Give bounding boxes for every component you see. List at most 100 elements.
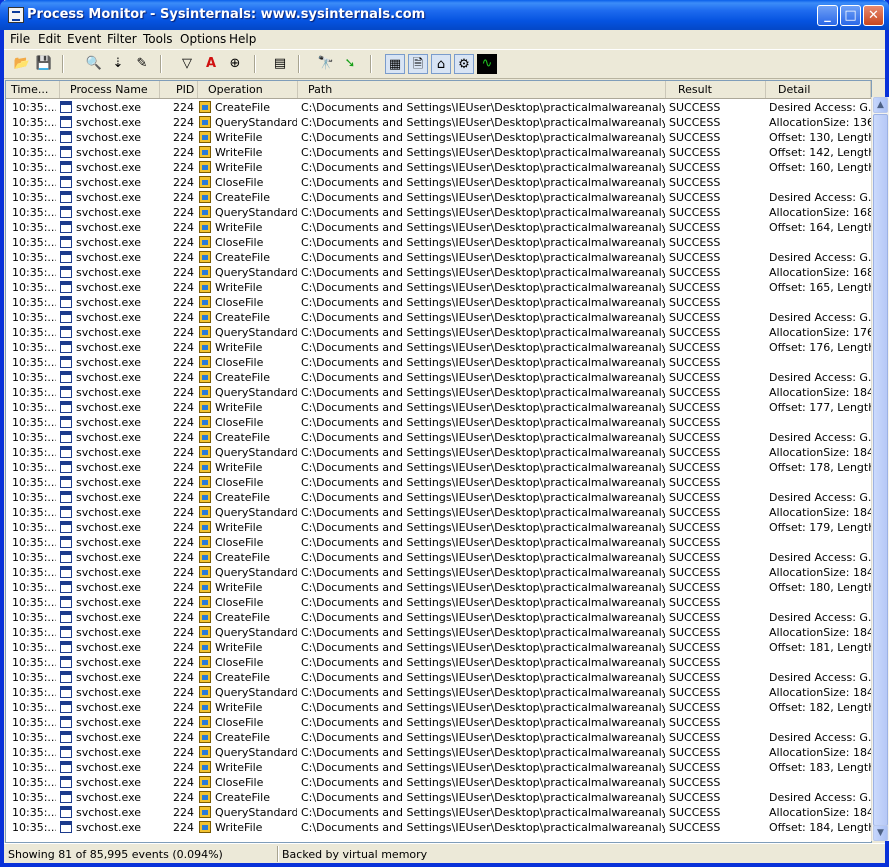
column-header-process-name[interactable]: Process Name — [60, 81, 160, 98]
minimize-button[interactable]: _ — [817, 5, 838, 26]
table-row[interactable]: 10:35:... svchost.exe 224 WriteFile C:\Docum… — [6, 580, 871, 595]
event-list[interactable]: Time... Process Name PID Operation Path … — [5, 80, 872, 843]
table-row[interactable]: 10:35:... svchost.exe 224 CloseFile C:\Docum… — [6, 595, 871, 610]
table-row[interactable]: 10:35:... svchost.exe 224 WriteFile C:\Docum… — [6, 640, 871, 655]
close-button[interactable]: ✕ — [863, 5, 884, 26]
table-row[interactable]: 10:35:... svchost.exe 224 WriteFile C:\Docum… — [6, 760, 871, 775]
table-row[interactable]: 10:35:... svchost.exe 224 CloseFile C:\Docum… — [6, 355, 871, 370]
table-row[interactable]: 10:35:... svchost.exe 224 WriteFile C:\Docum… — [6, 700, 871, 715]
autoscroll-icon[interactable]: ⇣ — [108, 54, 128, 74]
table-row[interactable]: 10:35:... svchost.exe 224 WriteFile C:\Docum… — [6, 160, 871, 175]
table-row[interactable]: 10:35:... svchost.exe 224 QueryStandardI...… — [6, 565, 871, 580]
menu-edit[interactable]: Edit — [38, 32, 61, 46]
result-cell: SUCCESS — [669, 101, 721, 114]
menu-filter[interactable]: Filter — [107, 32, 137, 46]
menu-help[interactable]: Help — [229, 32, 256, 46]
table-row[interactable]: 10:35:... svchost.exe 224 QueryStandardI...… — [6, 745, 871, 760]
menu-file[interactable]: File — [10, 32, 30, 46]
result-cell: SUCCESS — [669, 401, 721, 414]
table-row[interactable]: 10:35:... svchost.exe 224 WriteFile C:\Docum… — [6, 340, 871, 355]
target-icon[interactable]: ⊕ — [225, 54, 245, 74]
menu-event[interactable]: Event — [67, 32, 101, 46]
column-header-path[interactable]: Path — [298, 81, 666, 98]
table-row[interactable]: 10:35:... svchost.exe 224 WriteFile C:\Docum… — [6, 460, 871, 475]
operation-name: WriteFile — [215, 221, 263, 234]
table-row[interactable]: 10:35:... svchost.exe 224 CloseFile C:\Docum… — [6, 715, 871, 730]
process-activity-icon[interactable]: ⚙ — [454, 54, 474, 74]
detail-cell: Desired Access: G... — [769, 101, 871, 114]
table-row[interactable]: 10:35:... svchost.exe 224 CreateFile C:\Docu… — [6, 190, 871, 205]
detail-cell: Offset: 160, Length... — [769, 161, 871, 174]
table-row[interactable]: 10:35:... svchost.exe 224 CloseFile C:\Docum… — [6, 295, 871, 310]
table-row[interactable]: 10:35:... svchost.exe 224 QueryStandardI...… — [6, 805, 871, 820]
detail-cell: AllocationSize: 184... — [769, 806, 871, 819]
scroll-up-button[interactable]: ▲ — [873, 97, 888, 113]
table-row[interactable]: 10:35:... svchost.exe 224 CloseFile C:\Docum… — [6, 175, 871, 190]
table-row[interactable]: 10:35:... svchost.exe 224 WriteFile C:\Docum… — [6, 130, 871, 145]
save-icon[interactable]: 💾 — [34, 54, 54, 74]
find-icon[interactable]: 🔭 — [316, 54, 336, 74]
title-bar[interactable]: Process Monitor - Sysinternals: www.sysi… — [0, 0, 889, 30]
file-activity-icon[interactable]: 🗎 — [408, 54, 428, 74]
table-row[interactable]: 10:35:... svchost.exe 224 CreateFile C:\Docu… — [6, 250, 871, 265]
table-row[interactable]: 10:35:... svchost.exe 224 QueryStandardI...… — [6, 505, 871, 520]
table-row[interactable]: 10:35:... svchost.exe 224 CloseFile C:\Docum… — [6, 415, 871, 430]
jump-icon[interactable]: ➘ — [340, 54, 360, 74]
table-row[interactable]: 10:35:... svchost.exe 224 QueryStandardI...… — [6, 445, 871, 460]
path-cell: C:\Documents and Settings\IEUser\Desktop… — [301, 206, 665, 219]
process-icon — [60, 236, 72, 248]
vertical-scrollbar[interactable]: ▲ ▼ — [871, 97, 889, 841]
table-row[interactable]: 10:35:... svchost.exe 224 WriteFile C:\Docum… — [6, 145, 871, 160]
operation-cell: QueryStandardI... — [199, 685, 297, 700]
table-row[interactable]: 10:35:... svchost.exe 224 WriteFile C:\Docum… — [6, 520, 871, 535]
path-cell: C:\Documents and Settings\IEUser\Desktop… — [301, 641, 665, 654]
table-row[interactable]: 10:35:... svchost.exe 224 CreateFile C:\Docu… — [6, 370, 871, 385]
table-row[interactable]: 10:35:... svchost.exe 224 CloseFile C:\Docum… — [6, 775, 871, 790]
table-row[interactable]: 10:35:... svchost.exe 224 WriteFile C:\Docum… — [6, 280, 871, 295]
time-cell: 10:35:... — [12, 791, 56, 804]
process-tree-icon[interactable]: ▤ — [270, 54, 290, 74]
column-header-result[interactable]: Result — [666, 81, 766, 98]
table-row[interactable]: 10:35:... svchost.exe 224 CloseFile C:\Docum… — [6, 475, 871, 490]
column-header-pid[interactable]: PID — [160, 81, 198, 98]
network-activity-icon[interactable]: ⌂ — [431, 54, 451, 74]
table-row[interactable]: 10:35:... svchost.exe 224 QueryStandardI...… — [6, 265, 871, 280]
table-row[interactable]: 10:35:... svchost.exe 224 CloseFile C:\Docum… — [6, 535, 871, 550]
table-row[interactable]: 10:35:... svchost.exe 224 CreateFile C:\Docu… — [6, 100, 871, 115]
scroll-thumb[interactable] — [873, 114, 888, 826]
table-row[interactable]: 10:35:... svchost.exe 224 QueryStandardI...… — [6, 625, 871, 640]
table-row[interactable]: 10:35:... svchost.exe 224 CloseFile C:\Docum… — [6, 235, 871, 250]
table-row[interactable]: 10:35:... svchost.exe 224 CreateFile C:\Docu… — [6, 550, 871, 565]
table-row[interactable]: 10:35:... svchost.exe 224 WriteFile C:\Docum… — [6, 400, 871, 415]
filter-icon[interactable]: ▽ — [177, 54, 197, 74]
scroll-down-button[interactable]: ▼ — [873, 825, 888, 841]
table-row[interactable]: 10:35:... svchost.exe 224 QueryStandardI...… — [6, 385, 871, 400]
clear-icon[interactable]: ✎ — [132, 54, 152, 74]
table-row[interactable]: 10:35:... svchost.exe 224 WriteFile C:\Docum… — [6, 220, 871, 235]
capture-icon[interactable]: 🔍 — [84, 54, 104, 74]
profiling-activity-icon[interactable]: ∿ — [477, 54, 497, 74]
table-row[interactable]: 10:35:... svchost.exe 224 CreateFile C:\Docu… — [6, 730, 871, 745]
table-row[interactable]: 10:35:... svchost.exe 224 CreateFile C:\Docu… — [6, 670, 871, 685]
column-header-time[interactable]: Time... — [6, 81, 60, 98]
table-row[interactable]: 10:35:... svchost.exe 224 CreateFile C:\Docu… — [6, 790, 871, 805]
registry-activity-icon[interactable]: ▦ — [385, 54, 405, 74]
table-row[interactable]: 10:35:... svchost.exe 224 WriteFile C:\Docum… — [6, 820, 871, 835]
table-row[interactable]: 10:35:... svchost.exe 224 QueryStandardI...… — [6, 115, 871, 130]
column-header-operation[interactable]: Operation — [198, 81, 298, 98]
menu-tools[interactable]: Tools — [143, 32, 173, 46]
maximize-button[interactable]: □ — [840, 5, 861, 26]
menu-options[interactable]: Options — [180, 32, 226, 46]
table-row[interactable]: 10:35:... svchost.exe 224 QueryStandardI...… — [6, 325, 871, 340]
table-row[interactable]: 10:35:... svchost.exe 224 CloseFile C:\Docum… — [6, 655, 871, 670]
table-row[interactable]: 10:35:... svchost.exe 224 CreateFile C:\Docu… — [6, 490, 871, 505]
table-row[interactable]: 10:35:... svchost.exe 224 QueryStandardI...… — [6, 205, 871, 220]
column-header-detail[interactable]: Detail — [766, 81, 871, 98]
open-icon[interactable]: 📂 — [12, 54, 32, 74]
table-row[interactable]: 10:35:... svchost.exe 224 CreateFile C:\Docu… — [6, 610, 871, 625]
table-row[interactable]: 10:35:... svchost.exe 224 QueryStandardI...… — [6, 685, 871, 700]
table-row[interactable]: 10:35:... svchost.exe 224 CreateFile C:\Docu… — [6, 310, 871, 325]
operation-cell: CreateFile — [199, 610, 297, 625]
highlight-icon[interactable]: A — [201, 54, 221, 74]
table-row[interactable]: 10:35:... svchost.exe 224 CreateFile C:\Docu… — [6, 430, 871, 445]
